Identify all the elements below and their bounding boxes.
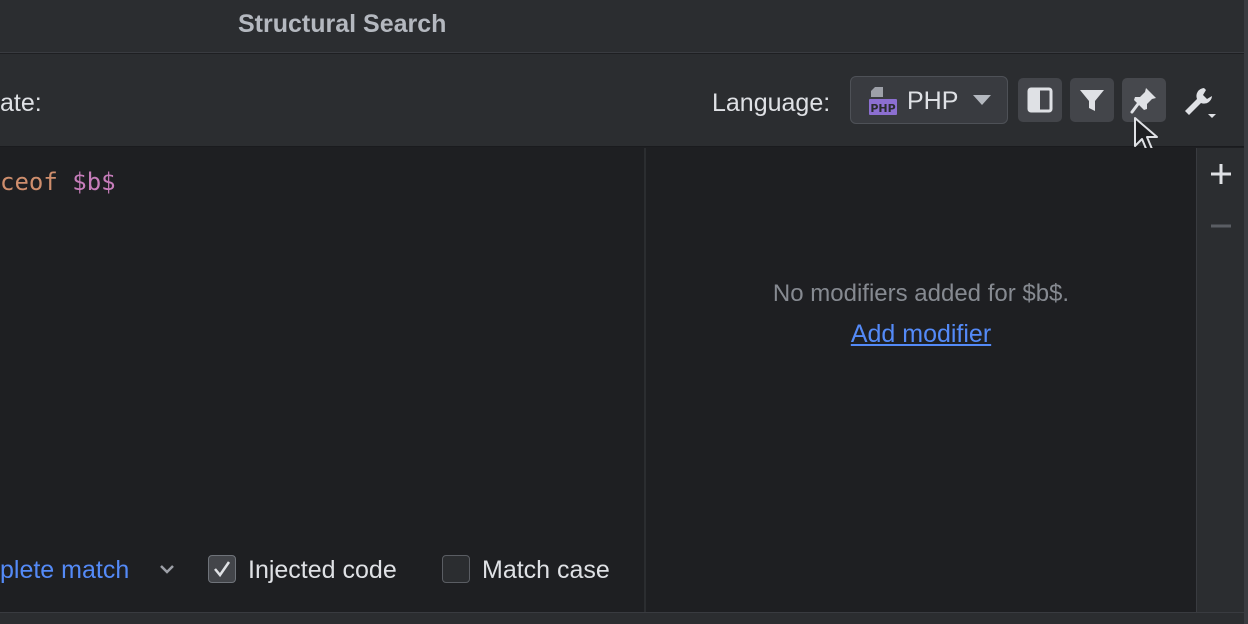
template-label: ate: — [0, 89, 42, 117]
template-editor[interactable]: ceof $b$ plete match Injected code Match… — [0, 148, 644, 612]
settings-button[interactable] — [1174, 78, 1218, 122]
search-toolbar: ate: Language: PHP PHP — [0, 54, 1244, 147]
dialog-title-bar: Structural Search — [0, 0, 1244, 53]
match-case-label: Match case — [482, 556, 610, 584]
plus-icon[interactable] — [1209, 162, 1233, 186]
match-type-dropdown[interactable]: plete match — [0, 556, 129, 585]
preview-toggle-button[interactable] — [1018, 78, 1062, 122]
filter-button[interactable] — [1070, 78, 1114, 122]
chevron-down-icon — [973, 95, 991, 105]
dialog-title: Structural Search — [238, 10, 447, 38]
checkmark-icon — [214, 561, 231, 578]
code-keyword: ceof — [0, 168, 58, 196]
add-modifier-link: Add modifier — [646, 320, 1196, 349]
injected-code-checkbox[interactable] — [208, 555, 236, 583]
no-modifiers-text: No modifiers added for $b$. — [772, 280, 1070, 307]
minus-icon[interactable] — [1209, 214, 1233, 238]
filter-icon — [1080, 90, 1104, 111]
language-value: PHP — [907, 87, 959, 115]
dialog-bottom-bar — [0, 612, 1244, 624]
chevron-down-icon — [160, 565, 174, 574]
wrench-icon — [1185, 88, 1216, 118]
language-label: Language: — [712, 89, 831, 117]
code-line: ceof $b$ — [0, 168, 116, 196]
split-panel-icon — [1027, 87, 1053, 113]
window-border — [1244, 0, 1248, 624]
injected-code-label: Injected code — [248, 556, 397, 584]
code-variable: $b$ — [72, 168, 116, 196]
search-options-row: plete match Injected code Match case — [0, 552, 644, 592]
match-case-checkbox[interactable] — [442, 555, 470, 583]
language-dropdown[interactable]: PHP PHP — [850, 76, 1008, 124]
pin-icon — [1130, 88, 1156, 114]
svg-text:PHP: PHP — [870, 102, 895, 115]
modifiers-panel: No modifiers added for $b$. Add modifier — [646, 148, 1196, 612]
add-modifier-link-text[interactable]: Add modifier — [851, 320, 991, 348]
php-file-icon: PHP — [869, 87, 897, 115]
modifiers-sidebar — [1196, 148, 1244, 612]
